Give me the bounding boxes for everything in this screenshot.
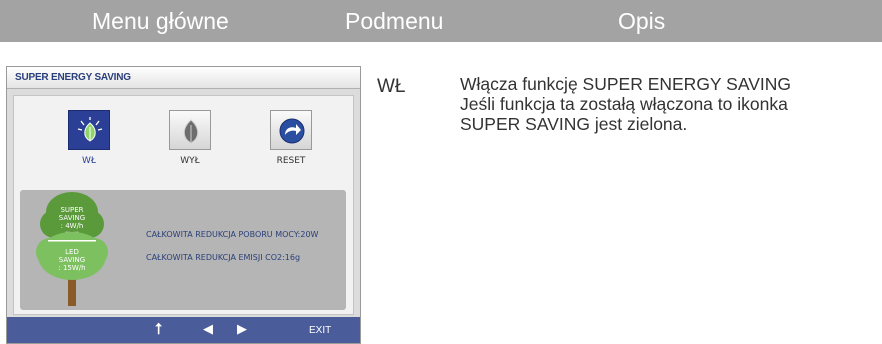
led-saving-label: LED SAVING : 15W/h (50, 248, 94, 272)
led-saving-value: : 15W/h (58, 264, 86, 272)
option-reset-label: RESET (276, 156, 306, 166)
exit-button[interactable]: EXIT (309, 325, 331, 336)
up-arrow-icon[interactable]: ⭡ (155, 320, 162, 338)
table-header: Menu główne Podmenu Opis (0, 0, 882, 42)
header-main-menu: Menu główne (92, 8, 229, 34)
energy-info-panel: SUPER SAVING : 4W/h LED SAVING : 15W/h C… (20, 190, 346, 310)
option-off-label: WYŁ (180, 156, 200, 166)
osd-nav-bar: ⭡ ◀ ▶ EXIT (7, 317, 360, 343)
option-on-button[interactable] (68, 110, 110, 150)
description-text: Włącza funkcję SUPER ENERGY SAVING Jeśli… (460, 74, 880, 134)
led-saving-line1: LED (65, 248, 79, 256)
led-saving-line2: SAVING (58, 256, 86, 264)
leaf-icon (183, 119, 199, 144)
option-on-label: WŁ (82, 156, 96, 166)
description-line1: Włącza funkcję SUPER ENERGY SAVING (460, 74, 791, 94)
left-arrow-icon[interactable]: ◀ (203, 322, 213, 337)
description-line2: Jeśli funkcja ta zostałą włączona to iko… (460, 94, 788, 114)
super-saving-line1: SUPER (60, 206, 84, 214)
osd-content: WŁ WYŁ RESET SUPER SAVING: 4W/h LED SAV… (13, 95, 354, 315)
osd-window: SUPER ENERGY SAVING WŁ WYŁ RESET SUPER S… (6, 66, 361, 344)
co2-reduction-text: CAŁKOWITA REDUKCJA EMISJI CO2:16g (146, 253, 301, 262)
super-saving-line2: SAVING (58, 214, 86, 222)
power-reduction-text: CAŁKOWITA REDUKCJA POBORU MOCY:20W (146, 230, 319, 239)
option-off-button[interactable] (169, 110, 211, 150)
reset-arrow-icon (279, 118, 305, 144)
header-description: Opis (618, 8, 666, 34)
super-saving-label: SUPER SAVING : 4W/h (50, 206, 94, 230)
description-line3: SUPER SAVING jest zielona. (460, 114, 688, 134)
header-submenu: Podmenu (345, 8, 444, 34)
osd-title: SUPER ENERGY SAVING (15, 72, 131, 83)
right-arrow-icon[interactable]: ▶ (237, 322, 247, 337)
option-reset-button[interactable] (270, 110, 312, 150)
submenu-item: WŁ (377, 76, 406, 97)
super-saving-value: : 4W/h (60, 222, 84, 230)
leaf-sparkle-icon (77, 117, 103, 142)
osd-title-bar: SUPER ENERGY SAVING (7, 67, 360, 89)
